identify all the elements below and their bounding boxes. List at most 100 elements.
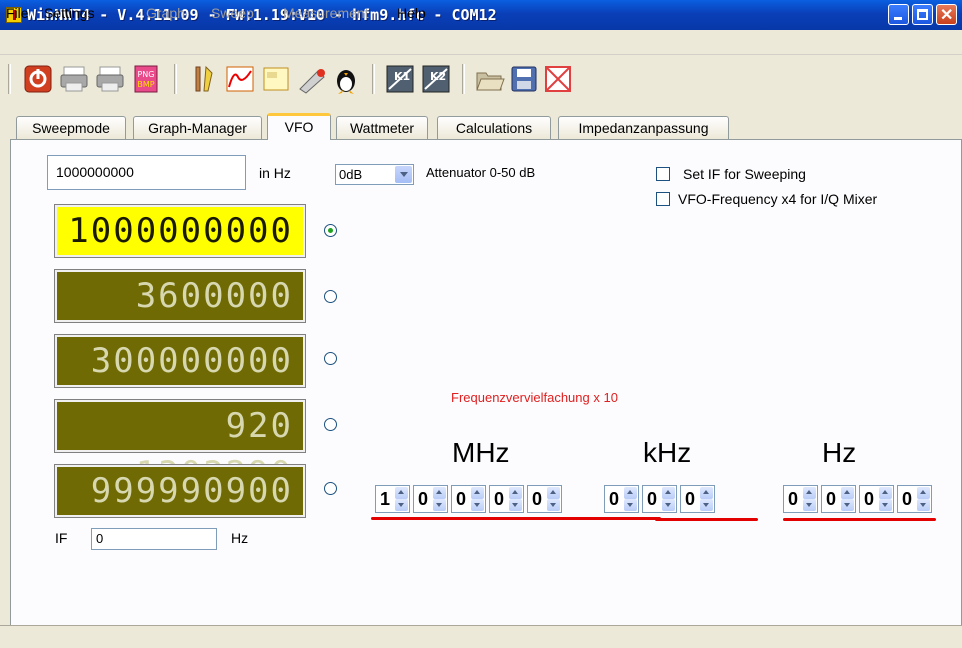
- vfo-lcd-2[interactable]: 3600000: [55, 270, 305, 322]
- spin-down-icon[interactable]: [879, 499, 892, 511]
- tools-icon[interactable]: [188, 63, 220, 95]
- vfo-radio-1[interactable]: [324, 224, 337, 237]
- digit-spinner[interactable]: 0: [413, 485, 448, 513]
- menu-graph[interactable]: Graph: [146, 5, 185, 21]
- k1-calibration-icon[interactable]: K1: [384, 63, 416, 95]
- spin-up-icon[interactable]: [917, 487, 930, 499]
- tab-wattmeter[interactable]: Wattmeter: [336, 116, 428, 139]
- digit-spinner[interactable]: 0: [451, 485, 486, 513]
- vfo-x4-checkbox[interactable]: [656, 192, 670, 206]
- svg-text:BMP: BMP: [137, 80, 154, 89]
- frequency-input[interactable]: 1000000000: [47, 155, 246, 190]
- tab-graph-manager[interactable]: Graph-Manager: [133, 116, 262, 139]
- digit-spinner[interactable]: 0: [897, 485, 932, 513]
- digit-spinner[interactable]: 0: [604, 485, 639, 513]
- khz-label: kHz: [643, 437, 692, 468]
- spin-down-icon[interactable]: [841, 499, 854, 511]
- printer-icon[interactable]: [58, 63, 90, 95]
- spin-down-icon[interactable]: [509, 499, 522, 511]
- spin-down-icon[interactable]: [803, 499, 816, 511]
- tab-sweepmode[interactable]: Sweepmode: [16, 116, 126, 139]
- spin-down-icon[interactable]: [662, 499, 675, 511]
- toolbar-separator: [462, 64, 465, 94]
- k2-calibration-icon[interactable]: K2: [420, 63, 452, 95]
- annotation-underline: [783, 518, 936, 521]
- spin-down-icon[interactable]: [917, 499, 930, 511]
- spin-down-icon[interactable]: [547, 499, 560, 511]
- digit-spinner[interactable]: 1: [375, 485, 410, 513]
- tab-vfo[interactable]: VFO: [267, 113, 331, 140]
- spin-up-icon[interactable]: [433, 487, 446, 499]
- menu-measurement[interactable]: Measurement: [283, 5, 369, 21]
- menu-settings[interactable]: Settings: [44, 5, 95, 21]
- digit-value: 0: [532, 489, 543, 509]
- vfo-radio-2[interactable]: [324, 290, 337, 303]
- spin-down-icon[interactable]: [624, 499, 637, 511]
- vfo-lcd-3[interactable]: 300000000: [55, 335, 305, 387]
- window-icon[interactable]: [260, 63, 292, 95]
- digit-spinner[interactable]: 0: [642, 485, 677, 513]
- spin-down-icon[interactable]: [471, 499, 484, 511]
- multiplier-label: Frequenzvervielfachung x 10: [451, 390, 618, 405]
- spin-up-icon[interactable]: [841, 487, 854, 499]
- linux-icon[interactable]: [330, 63, 362, 95]
- sweep-icon[interactable]: [542, 63, 574, 95]
- spin-up-icon[interactable]: [662, 487, 675, 499]
- spin-up-icon[interactable]: [547, 487, 560, 499]
- chevron-down-icon[interactable]: [395, 166, 412, 183]
- spin-up-icon[interactable]: [395, 487, 408, 499]
- close-button[interactable]: ✕: [936, 4, 957, 25]
- spin-down-icon[interactable]: [700, 499, 713, 511]
- digit-value: 0: [647, 489, 658, 509]
- menu-file[interactable]: File: [6, 5, 29, 21]
- svg-text:K2: K2: [430, 70, 446, 83]
- close-icon: ✕: [940, 7, 954, 24]
- digit-spinner[interactable]: 0: [527, 485, 562, 513]
- annotation-underline: [655, 518, 758, 521]
- digit-value: 0: [494, 489, 505, 509]
- digit-spinner[interactable]: 0: [821, 485, 856, 513]
- vfo-radio-4[interactable]: [324, 418, 337, 431]
- vfo-radio-5[interactable]: [324, 482, 337, 495]
- spin-up-icon[interactable]: [471, 487, 484, 499]
- save-icon[interactable]: [508, 63, 540, 95]
- set-if-checkbox[interactable]: [656, 167, 670, 181]
- menu-sweep[interactable]: Sweep: [211, 5, 254, 21]
- graph-icon[interactable]: [224, 63, 256, 95]
- vfo-lcd-1[interactable]: 1000000000: [55, 205, 305, 257]
- digit-value: 0: [902, 489, 913, 509]
- attenuator-select[interactable]: 0dB: [335, 164, 414, 185]
- spin-up-icon[interactable]: [803, 487, 816, 499]
- printer-icon[interactable]: [94, 63, 126, 95]
- spin-up-icon[interactable]: [700, 487, 713, 499]
- frequency-unit-label: in Hz: [259, 165, 291, 181]
- digit-spinner[interactable]: 0: [783, 485, 818, 513]
- spin-up-icon[interactable]: [879, 487, 892, 499]
- digit-spinner[interactable]: 0: [680, 485, 715, 513]
- open-folder-icon[interactable]: [474, 63, 506, 95]
- power-icon[interactable]: [22, 63, 54, 95]
- vfo-lcd-5[interactable]: 999990900: [55, 465, 305, 517]
- if-unit-label: Hz: [231, 530, 249, 546]
- probe-icon[interactable]: [296, 63, 328, 95]
- spin-down-icon[interactable]: [433, 499, 446, 511]
- png-bmp-export-icon[interactable]: PNG BMP: [130, 63, 162, 95]
- attenuator-label: Attenuator 0-50 dB: [426, 165, 536, 180]
- vfo-radio-3[interactable]: [324, 352, 337, 365]
- svg-text:K1: K1: [394, 70, 410, 83]
- menu-help[interactable]: Help: [397, 5, 426, 21]
- if-input[interactable]: 0: [91, 528, 217, 550]
- digit-spinner[interactable]: 0: [489, 485, 524, 513]
- svg-text:PNG: PNG: [137, 70, 154, 79]
- spin-up-icon[interactable]: [624, 487, 637, 499]
- maximize-button[interactable]: [912, 4, 933, 25]
- minimize-button[interactable]: [888, 4, 909, 25]
- spin-up-icon[interactable]: [509, 487, 522, 499]
- tab-impedanzanpassung[interactable]: Impedanzanpassung: [558, 116, 729, 139]
- spin-down-icon[interactable]: [395, 499, 408, 511]
- tab-calculations[interactable]: Calculations: [437, 116, 551, 139]
- set-if-label: Set IF for Sweeping: [683, 166, 806, 182]
- digit-spinner[interactable]: 10: [859, 485, 894, 513]
- status-bar: [0, 625, 962, 648]
- vfo-lcd-4[interactable]: 920 1303290: [55, 400, 305, 494]
